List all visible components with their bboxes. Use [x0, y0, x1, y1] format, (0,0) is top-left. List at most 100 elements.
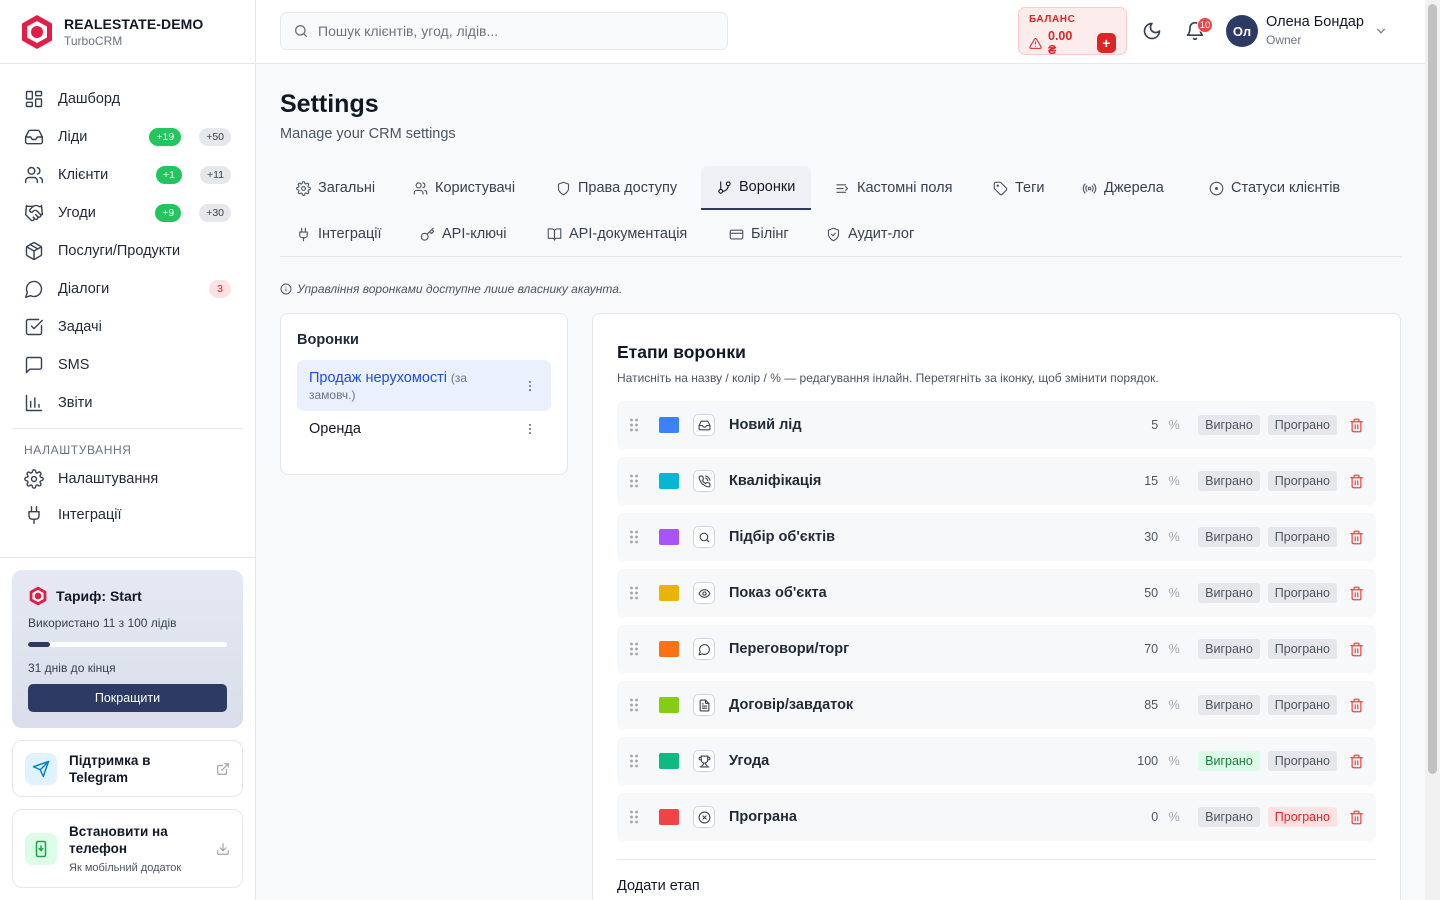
stage-color-swatch[interactable] [659, 809, 679, 825]
lost-toggle[interactable]: Програно [1267, 639, 1337, 659]
lost-toggle[interactable]: Програно [1267, 415, 1337, 435]
tab-9[interactable]: API-ключі [404, 212, 523, 256]
lost-toggle[interactable]: Програно [1267, 527, 1337, 547]
trash-icon[interactable] [1349, 698, 1364, 713]
sidebar-item-5[interactable]: Діалоги 3 [12, 270, 243, 308]
stage-color-swatch[interactable] [659, 417, 679, 433]
balance-add-button[interactable]: + [1096, 33, 1116, 53]
sidebar-item-3[interactable]: Угоди +9 +30 [12, 194, 243, 232]
tab-6[interactable]: Джерела [1066, 166, 1180, 210]
stage-probability[interactable]: 30 [1108, 530, 1158, 544]
chat-icon[interactable] [693, 638, 715, 660]
chevron-down-icon[interactable] [1374, 24, 1388, 38]
drag-handle-icon[interactable] [629, 417, 645, 433]
sidebar-item-4[interactable]: Послуги/Продукти [12, 232, 243, 270]
lost-toggle[interactable]: Програно [1267, 471, 1337, 491]
won-toggle[interactable]: Виграно [1198, 751, 1260, 771]
stage-probability[interactable]: 70 [1108, 642, 1158, 656]
x-circle-icon[interactable] [693, 806, 715, 828]
lost-toggle[interactable]: Програно [1267, 695, 1337, 715]
sidebar-item-0[interactable]: Дашборд [12, 80, 243, 118]
tab-8[interactable]: Інтеграції [280, 212, 398, 256]
stage-probability[interactable]: 5 [1108, 418, 1158, 432]
stage-name[interactable]: Угода [729, 753, 1108, 769]
stage-row[interactable]: Кваліфікація 15% Виграно Програно [617, 457, 1376, 505]
stage-name[interactable]: Договір/завдаток [729, 697, 1108, 713]
trash-icon[interactable] [1349, 418, 1364, 433]
more-vertical-icon[interactable] [523, 422, 537, 436]
stage-color-swatch[interactable] [659, 585, 679, 601]
drag-handle-icon[interactable] [629, 697, 645, 713]
more-vertical-icon[interactable] [523, 379, 537, 393]
sidebar-item-6[interactable]: Задачі [12, 308, 243, 346]
drag-handle-icon[interactable] [629, 473, 645, 489]
won-toggle[interactable]: Виграно [1198, 527, 1260, 547]
won-toggle[interactable]: Виграно [1198, 471, 1260, 491]
funnel-item[interactable]: Оренда [297, 411, 551, 446]
drag-handle-icon[interactable] [629, 809, 645, 825]
page-scrollbar[interactable] [1425, 0, 1440, 900]
won-toggle[interactable]: Виграно [1198, 639, 1260, 659]
won-toggle[interactable]: Виграно [1198, 695, 1260, 715]
sidebar-item-7[interactable]: SMS [12, 346, 243, 384]
stage-row[interactable]: Підбір об'єктів 30% Виграно Програно [617, 513, 1376, 561]
tab-4[interactable]: Кастомні поля [819, 166, 968, 210]
sidebar-item-2[interactable]: Клієнти +1 +11 [12, 156, 243, 194]
stage-probability[interactable]: 85 [1108, 698, 1158, 712]
moon-icon[interactable] [1142, 21, 1162, 41]
tab-3[interactable]: Воронки [701, 166, 812, 210]
stage-probability[interactable]: 50 [1108, 586, 1158, 600]
stage-probability[interactable]: 100 [1108, 754, 1158, 768]
stage-row[interactable]: Договір/завдаток 85% Виграно Програно [617, 681, 1376, 729]
drag-handle-icon[interactable] [629, 529, 645, 545]
tab-10[interactable]: API-документація [531, 212, 703, 256]
sidebar-item-1[interactable]: Ліди +19 +50 [12, 118, 243, 156]
search-input[interactable] [318, 23, 708, 39]
stage-name[interactable]: Новий лід [729, 417, 1108, 433]
stage-name[interactable]: Підбір об'єктів [729, 529, 1108, 545]
tab-7[interactable]: Статуси клієнтів [1193, 166, 1356, 210]
won-toggle[interactable]: Виграно [1198, 583, 1260, 603]
trophy-icon[interactable] [693, 750, 715, 772]
scrollbar-thumb[interactable] [1428, 4, 1437, 774]
lost-toggle[interactable]: Програно [1267, 751, 1337, 771]
stage-color-swatch[interactable] [659, 697, 679, 713]
trash-icon[interactable] [1349, 754, 1364, 769]
stage-row[interactable]: Переговори/торг 70% Виграно Програно [617, 625, 1376, 673]
tab-1[interactable]: Користувачі [397, 166, 531, 210]
stage-row[interactable]: Показ об'єкта 50% Виграно Програно [617, 569, 1376, 617]
stage-color-swatch[interactable] [659, 473, 679, 489]
stage-probability[interactable]: 0 [1108, 810, 1158, 824]
notifications-button[interactable]: 10 [1185, 17, 1213, 41]
tab-5[interactable]: Теги [977, 166, 1061, 210]
lost-toggle[interactable]: Програно [1267, 807, 1337, 827]
won-toggle[interactable]: Виграно [1198, 807, 1260, 827]
won-toggle[interactable]: Виграно [1198, 415, 1260, 435]
funnel-item[interactable]: Продаж нерухомості (за замовч.) [297, 360, 551, 411]
trash-icon[interactable] [1349, 530, 1364, 545]
tab-12[interactable]: Аудит-лог [810, 212, 930, 256]
sidebar-item-8[interactable]: Звіти [12, 384, 243, 422]
trash-icon[interactable] [1349, 810, 1364, 825]
trash-icon[interactable] [1349, 642, 1364, 657]
stage-name[interactable]: Кваліфікація [729, 473, 1108, 489]
drag-handle-icon[interactable] [629, 641, 645, 657]
search-box[interactable] [280, 12, 728, 50]
stage-row[interactable]: Програна 0% Виграно Програно [617, 793, 1376, 841]
tab-2[interactable]: Права доступу [540, 166, 693, 210]
stage-name[interactable]: Програна [729, 809, 1108, 825]
stage-color-swatch[interactable] [659, 753, 679, 769]
stage-probability[interactable]: 15 [1108, 474, 1158, 488]
drag-handle-icon[interactable] [629, 753, 645, 769]
lost-toggle[interactable]: Програно [1267, 583, 1337, 603]
document-icon[interactable] [693, 694, 715, 716]
stage-color-swatch[interactable] [659, 641, 679, 657]
sidebar-settings-item-0[interactable]: Налаштування [12, 461, 243, 497]
eye-icon[interactable] [693, 582, 715, 604]
avatar[interactable]: Ол [1226, 15, 1258, 47]
trash-icon[interactable] [1349, 586, 1364, 601]
phone-call-icon[interactable] [693, 470, 715, 492]
trash-icon[interactable] [1349, 474, 1364, 489]
brand[interactable]: REALESTATE-DEMO TurboCRM [0, 0, 255, 64]
sidebar-settings-item-1[interactable]: Інтеграції [12, 497, 243, 533]
